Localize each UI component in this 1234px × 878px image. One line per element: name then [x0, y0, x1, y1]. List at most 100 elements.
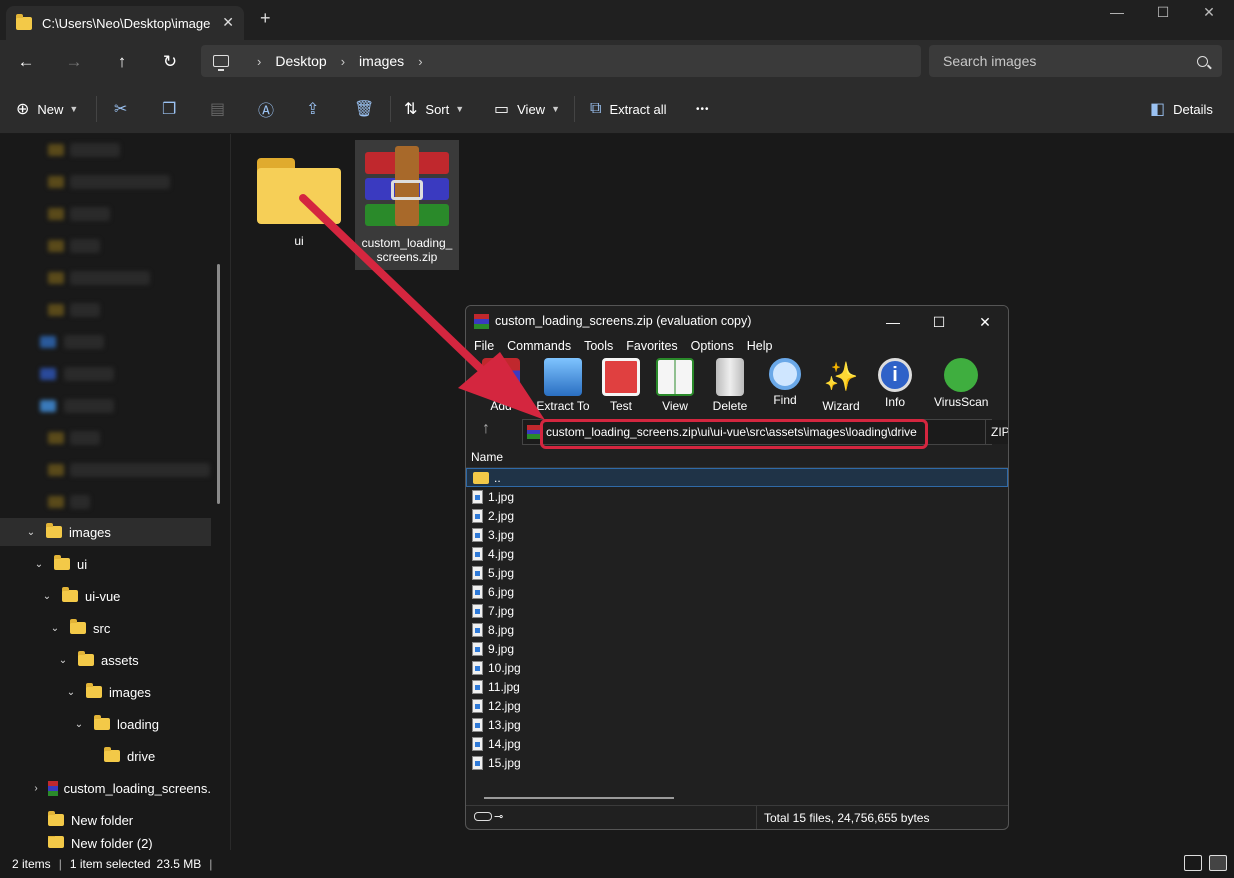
tree-item-ui-vue[interactable]: ⌄ ui-vue: [0, 582, 120, 610]
chevron-down-icon[interactable]: ⌄: [32, 559, 46, 570]
menu-options[interactable]: Options: [691, 339, 734, 353]
chevron-down-icon[interactable]: ⌄: [56, 655, 70, 666]
refresh-button[interactable]: ↻: [158, 50, 182, 74]
copy-button[interactable]: ❐: [162, 98, 184, 120]
details-view-icon[interactable]: [1184, 855, 1202, 871]
chevron-down-icon[interactable]: ⌄: [40, 591, 54, 602]
tiles-view-icon[interactable]: [1209, 855, 1227, 871]
breadcrumb-images[interactable]: images: [359, 53, 404, 69]
menu-tools[interactable]: Tools: [584, 339, 613, 353]
chevron-down-icon[interactable]: ⌄: [64, 687, 78, 698]
list-item[interactable]: 13.jpg: [466, 715, 1008, 734]
tool-add[interactable]: Add: [474, 358, 528, 413]
new-button[interactable]: ⊕ New ▼: [16, 98, 78, 120]
cut-button[interactable]: ✂: [114, 98, 135, 120]
chevron-right-icon[interactable]: ›: [341, 54, 345, 69]
minimize-button[interactable]: —: [1094, 0, 1140, 26]
list-item[interactable]: 4.jpg: [466, 544, 1008, 563]
tree-item-new-folder-2[interactable]: New folder (2): [0, 836, 153, 850]
file-name: 9.jpg: [488, 641, 515, 656]
back-button[interactable]: ←: [14, 50, 38, 74]
sort-button[interactable]: ⇅ Sort ▼: [404, 98, 464, 120]
share-button[interactable]: ⇪: [306, 98, 327, 120]
chevron-down-icon[interactable]: ⌄: [24, 527, 38, 538]
tab-images[interactable]: C:\Users\Neo\Desktop\image ✕: [6, 6, 244, 40]
list-item[interactable]: 9.jpg: [466, 639, 1008, 658]
image-file-icon: [472, 736, 483, 751]
list-item[interactable]: 3.jpg: [466, 525, 1008, 544]
tool-label: Test: [609, 399, 632, 413]
tree-item-src[interactable]: ⌄ src: [0, 614, 110, 642]
computer-icon[interactable]: [213, 55, 229, 71]
winrar-close-button[interactable]: ✕: [962, 310, 1008, 334]
tool-test[interactable]: Test: [594, 358, 648, 413]
folder-icon: [62, 587, 78, 602]
tool-virusscan[interactable]: VirusScan: [934, 358, 988, 409]
highlight-annotation: [540, 419, 928, 449]
more-options-button[interactable]: •••: [696, 98, 710, 120]
details-button[interactable]: ◧ Details: [1150, 98, 1213, 120]
list-item[interactable]: 5.jpg: [466, 563, 1008, 582]
extract-all-button[interactable]: ⧉ Extract all: [590, 98, 667, 120]
chevron-right-icon[interactable]: ›: [418, 54, 422, 69]
horizontal-scrollbar[interactable]: [484, 797, 674, 799]
winrar-maximize-button[interactable]: ☐: [916, 310, 962, 334]
tree-item-new-folder[interactable]: New folder: [0, 806, 133, 834]
menu-commands[interactable]: Commands: [507, 339, 571, 353]
file-item-ui[interactable]: ui: [247, 140, 351, 270]
menu-help[interactable]: Help: [747, 339, 773, 353]
tree-item-images[interactable]: ⌄ images: [0, 518, 211, 546]
list-item[interactable]: 14.jpg: [466, 734, 1008, 753]
winrar-minimize-button[interactable]: —: [870, 310, 916, 334]
rename-button[interactable]: Ⓐ: [258, 98, 282, 120]
tool-wizard[interactable]: ✨ Wizard: [814, 358, 868, 413]
new-tab-button[interactable]: +: [260, 8, 271, 29]
view-button[interactable]: ▭ View ▼: [494, 98, 560, 120]
list-item[interactable]: 1.jpg: [466, 487, 1008, 506]
tree-item-assets[interactable]: ⌄ assets: [0, 646, 139, 674]
tree-item-zip[interactable]: › custom_loading_screens.: [0, 774, 211, 802]
tree-item-ui[interactable]: ⌄ ui: [0, 550, 87, 578]
list-item[interactable]: 15.jpg: [466, 753, 1008, 772]
search-input[interactable]: Search images: [929, 45, 1222, 77]
folder-icon: [46, 523, 62, 538]
list-item[interactable]: 12.jpg: [466, 696, 1008, 715]
menu-file[interactable]: File: [474, 339, 494, 353]
file-item-zip[interactable]: custom_loading_ screens.zip: [355, 140, 459, 270]
tool-info[interactable]: i Info: [868, 358, 922, 409]
tree-item-label: ui: [77, 556, 88, 572]
tool-find[interactable]: Find: [758, 358, 812, 407]
tool-extract-to[interactable]: Extract To: [536, 358, 590, 413]
list-item[interactable]: 2.jpg: [466, 506, 1008, 525]
maximize-button[interactable]: ☐: [1140, 0, 1186, 26]
list-item[interactable]: 6.jpg: [466, 582, 1008, 601]
search-icon[interactable]: [1197, 56, 1208, 67]
list-item-up[interactable]: ..: [466, 468, 1008, 487]
chevron-right-icon[interactable]: ›: [32, 783, 40, 794]
sidebar-scrollbar[interactable]: [217, 264, 220, 504]
list-item[interactable]: 10.jpg: [466, 658, 1008, 677]
close-window-button[interactable]: ✕: [1186, 0, 1232, 26]
close-tab-icon[interactable]: ✕: [222, 14, 234, 31]
chevron-down-icon[interactable]: ⌄: [48, 623, 62, 634]
tree-item-loading[interactable]: ⌄ loading: [0, 710, 159, 738]
tool-delete[interactable]: Delete: [703, 358, 757, 413]
list-item[interactable]: 11.jpg: [466, 677, 1008, 696]
address-bar[interactable]: › Desktop › images ›: [201, 45, 921, 77]
column-header-name[interactable]: Name: [466, 446, 1008, 468]
menu-favorites[interactable]: Favorites: [626, 339, 677, 353]
tree-item-drive[interactable]: drive: [0, 742, 155, 770]
list-item[interactable]: 7.jpg: [466, 601, 1008, 620]
image-file-icon: [472, 489, 483, 504]
chevron-right-icon[interactable]: ›: [257, 54, 261, 69]
chevron-down-icon[interactable]: ⌄: [72, 719, 86, 730]
tool-view[interactable]: View: [648, 358, 702, 413]
forward-button[interactable]: →: [62, 50, 86, 74]
up-arrow-icon[interactable]: ↑: [482, 420, 490, 438]
tree-item-images-nested[interactable]: ⌄ images: [0, 678, 151, 706]
breadcrumb-desktop[interactable]: Desktop: [275, 53, 326, 69]
list-item[interactable]: 8.jpg: [466, 620, 1008, 639]
delete-button[interactable]: 🗑: [354, 98, 382, 120]
up-button[interactable]: ↑: [110, 50, 134, 74]
paste-button[interactable]: ▤: [210, 98, 233, 120]
